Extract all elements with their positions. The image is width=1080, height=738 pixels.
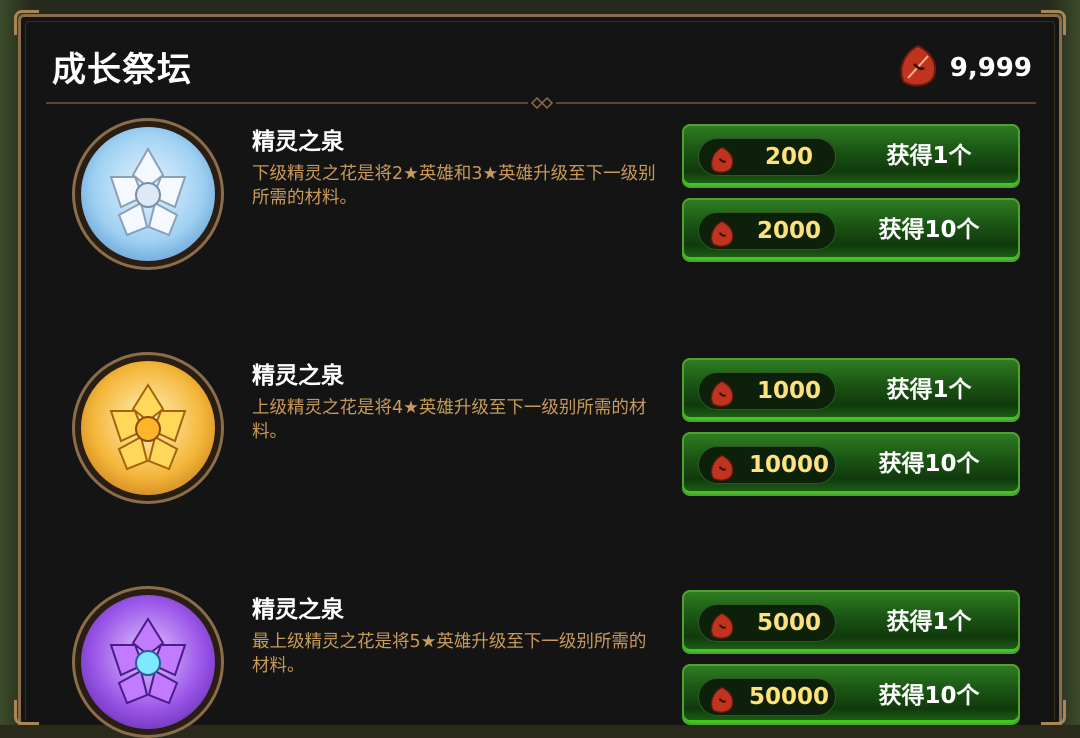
item-description: 最上级精灵之花是将5★英雄升级至下一级别所需的材料。	[252, 632, 647, 676]
red-leaf-icon	[711, 220, 734, 247]
buy-10-button[interactable]: 50000 获得10个	[682, 664, 1020, 725]
frame-corner	[1041, 10, 1066, 35]
item-name: 精灵之泉	[252, 363, 344, 389]
item-name: 精灵之泉	[252, 129, 344, 155]
purple-crystal-flower-icon	[81, 595, 215, 729]
price-pill: 200	[698, 138, 836, 176]
buy-10-button[interactable]: 10000 获得10个	[682, 432, 1020, 496]
currency-amount: 9,999	[949, 53, 1032, 83]
price-value: 10000	[748, 452, 830, 478]
red-leaf-icon	[711, 612, 734, 639]
item-description: 下级精灵之花是将2★英雄和3★英雄升级至下一级别所需的材料。	[252, 164, 656, 208]
buy-10-button[interactable]: 2000 获得10个	[682, 198, 1020, 262]
button-label: 获得10个	[878, 217, 980, 243]
price-pill: 5000	[698, 604, 836, 642]
price-pill: 10000	[698, 446, 836, 484]
buy-1-button[interactable]: 5000 获得1个	[682, 590, 1020, 654]
price-value: 2000	[756, 218, 821, 244]
currency-display: 9,999	[894, 42, 1032, 94]
item-description: 上级精灵之花是将4★英雄升级至下一级别所需的材料。	[252, 398, 647, 442]
frame-corner	[1041, 700, 1066, 725]
price-value: 1000	[756, 378, 821, 404]
price-pill: 50000	[698, 678, 836, 716]
page-title: 成长祭坛	[52, 50, 192, 90]
price-value: 200	[764, 144, 813, 170]
item-medal	[72, 352, 224, 504]
red-leaf-icon	[711, 686, 734, 713]
red-leaf-icon	[711, 454, 734, 481]
item-name: 精灵之泉	[252, 597, 344, 623]
red-leaf-icon	[894, 42, 942, 94]
price-pill: 2000	[698, 212, 836, 250]
silver-crystal-flower-icon	[81, 127, 215, 261]
gold-crystal-flower-icon	[81, 361, 215, 495]
buy-1-button[interactable]: 200 获得1个	[682, 124, 1020, 188]
item-medal	[72, 118, 224, 270]
frame-corner	[14, 10, 39, 35]
price-value: 5000	[756, 610, 821, 636]
price-value: 50000	[748, 684, 830, 710]
button-label: 获得10个	[878, 683, 980, 709]
red-leaf-icon	[711, 380, 734, 407]
red-leaf-icon	[711, 146, 734, 173]
item-medal	[72, 586, 224, 738]
price-pill: 1000	[698, 372, 836, 410]
buy-1-button[interactable]: 1000 获得1个	[682, 358, 1020, 422]
button-label: 获得10个	[878, 451, 980, 477]
button-label: 获得1个	[886, 609, 972, 635]
button-label: 获得1个	[886, 143, 972, 169]
frame-corner	[14, 700, 39, 725]
divider-ornament	[528, 96, 556, 110]
button-label: 获得1个	[886, 377, 972, 403]
